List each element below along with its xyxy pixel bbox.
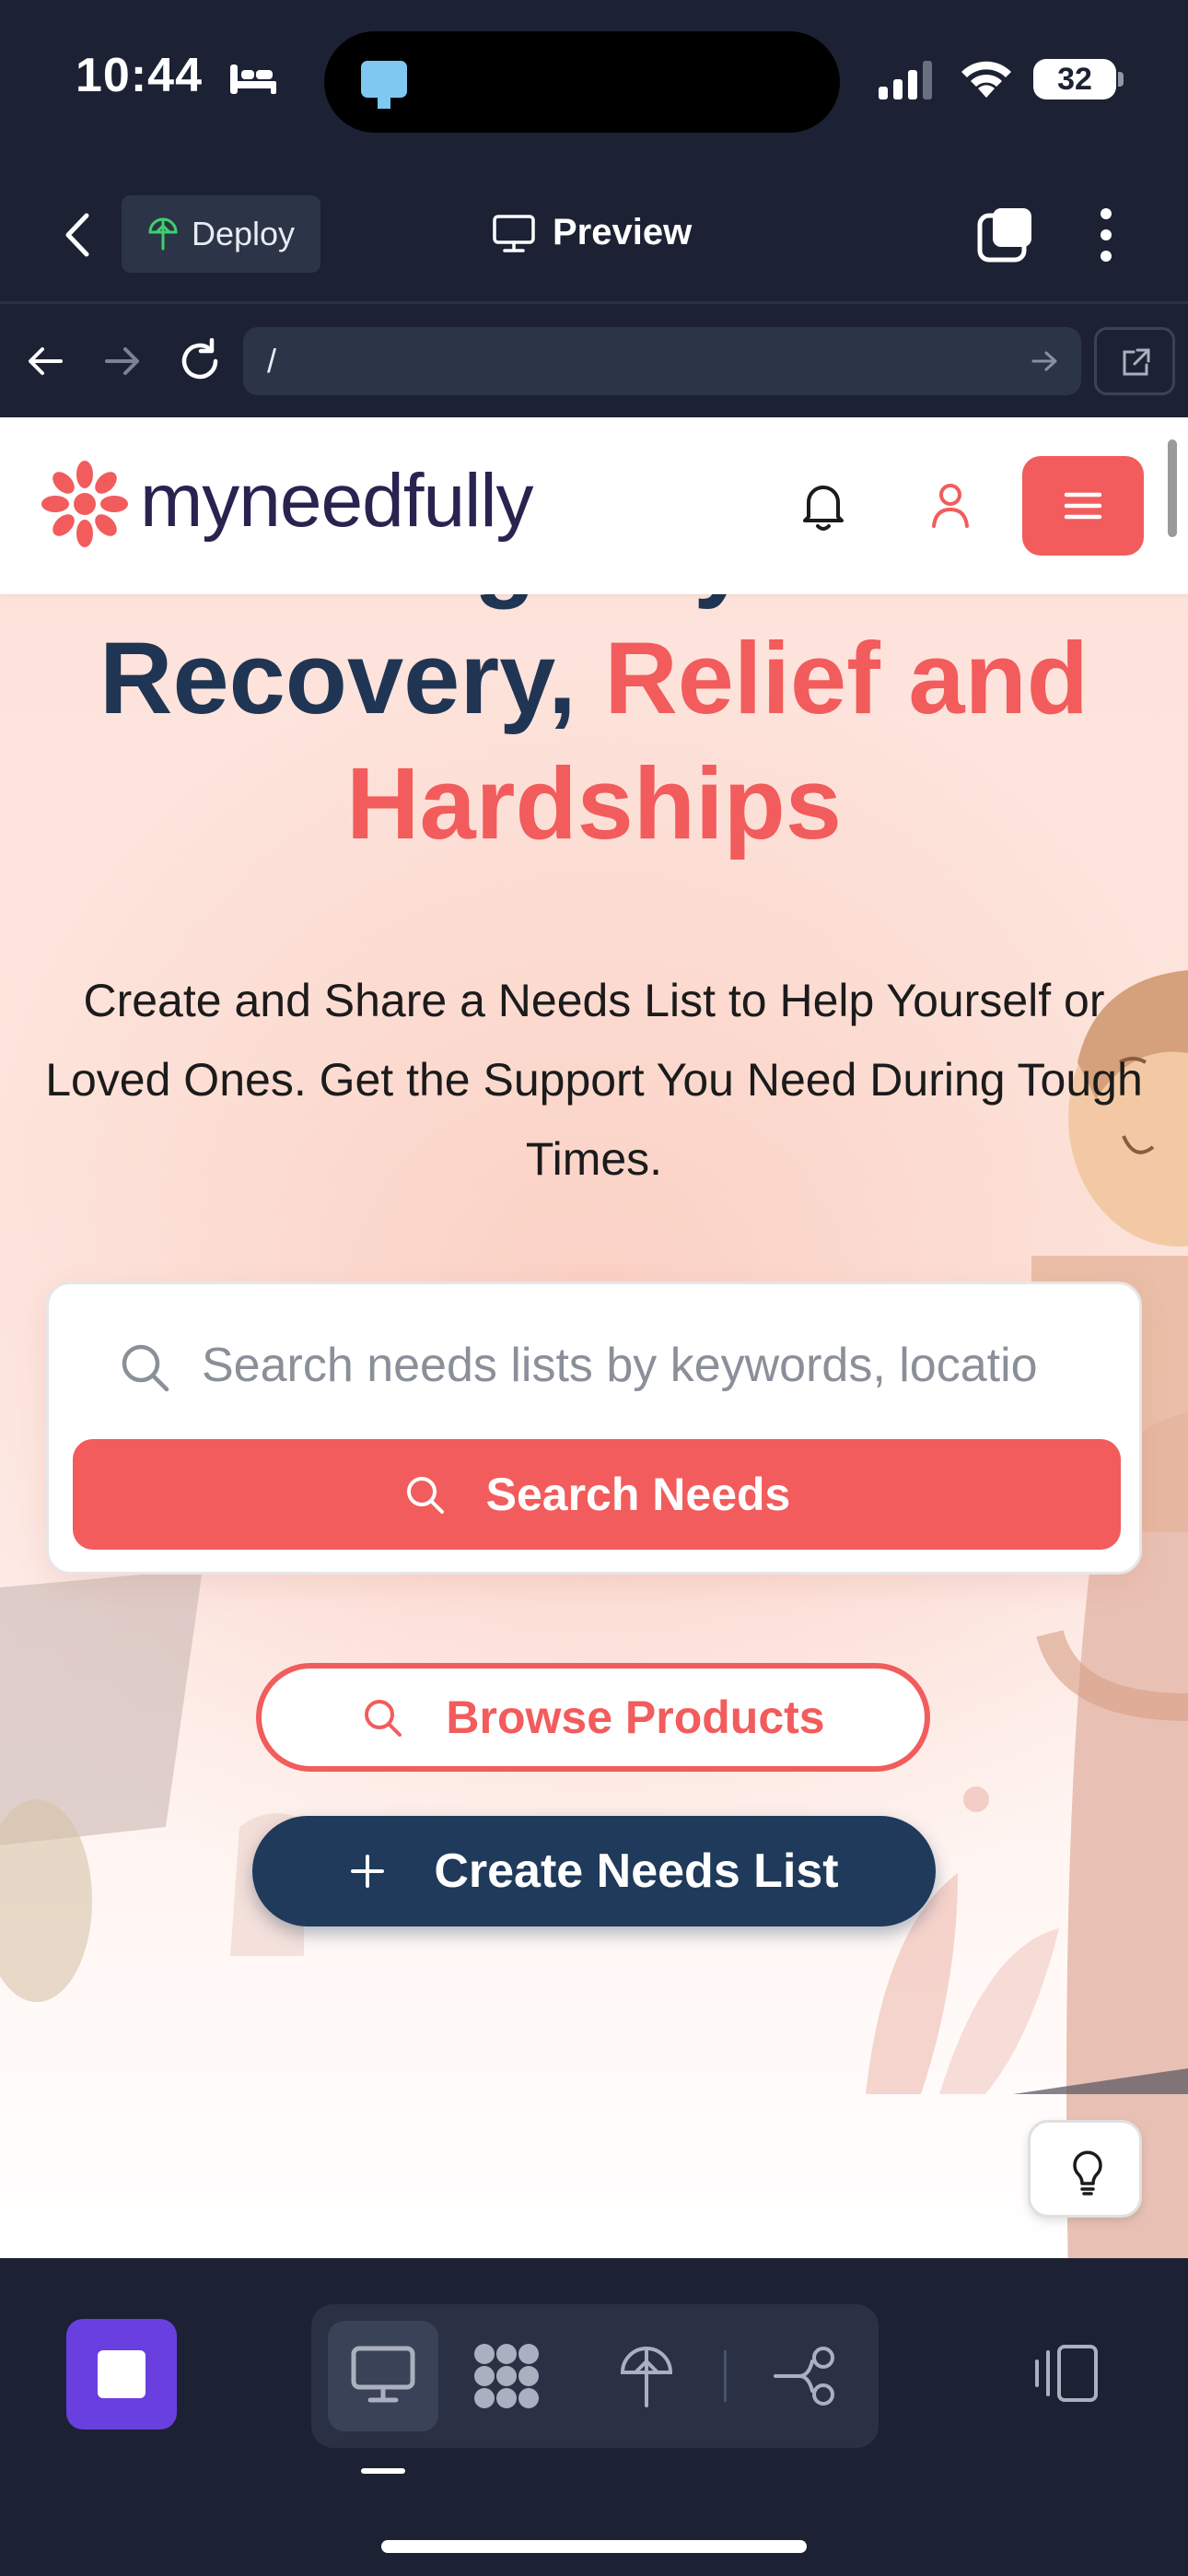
more-vertical-icon[interactable] bbox=[1092, 205, 1120, 265]
url-text: / bbox=[267, 342, 277, 380]
logo-wordmark[interactable]: myneedfully bbox=[140, 458, 534, 544]
hero-title-line-2: Recovery, Relief and bbox=[0, 616, 1188, 742]
search-icon bbox=[122, 1344, 169, 1392]
stop-button[interactable] bbox=[66, 2319, 177, 2430]
deploy-icon bbox=[148, 217, 178, 251]
plus-icon bbox=[351, 1855, 385, 1888]
hamburger-icon bbox=[1064, 492, 1102, 520]
screen-mirroring-icon bbox=[361, 61, 407, 109]
hero-title-dark: Recovery, bbox=[99, 622, 577, 735]
battery-tip bbox=[1118, 72, 1124, 87]
search-card: Search Needs bbox=[46, 1282, 1142, 1575]
page-scrollbar[interactable] bbox=[1168, 439, 1177, 537]
user-icon[interactable] bbox=[930, 482, 971, 530]
search-input[interactable] bbox=[202, 1336, 1086, 1395]
search-field[interactable] bbox=[73, 1308, 1121, 1423]
create-needs-list-button[interactable]: Create Needs List bbox=[252, 1816, 936, 1926]
battery-icon: 32 bbox=[1033, 59, 1116, 100]
search-icon bbox=[365, 1700, 402, 1737]
desktop-icon bbox=[351, 2346, 415, 2403]
dynamic-island bbox=[324, 31, 840, 133]
sleep-bed-icon bbox=[230, 64, 276, 94]
home-indicator[interactable] bbox=[381, 2540, 807, 2553]
hero-subtitle: Create and Share a Needs List to Help Yo… bbox=[45, 975, 1143, 1185]
search-icon bbox=[406, 1477, 444, 1514]
browse-products-label: Browse Products bbox=[446, 1692, 825, 1743]
site-header: myneedfully bbox=[0, 417, 1188, 594]
url-input[interactable]: / bbox=[243, 327, 1081, 395]
tips-button[interactable] bbox=[1028, 2120, 1142, 2218]
lightbulb-icon bbox=[1073, 2150, 1102, 2195]
preview-title: Preview bbox=[553, 212, 693, 252]
editor-dock bbox=[0, 2258, 1188, 2576]
tabs-icon[interactable] bbox=[976, 205, 1037, 265]
editor-top-bar: Deploy Preview bbox=[0, 166, 1188, 304]
cellular-signal-icon bbox=[879, 61, 932, 100]
arrow-left-icon[interactable] bbox=[26, 344, 64, 379]
status-bar: 10:44 32 bbox=[0, 0, 1188, 166]
external-link-icon bbox=[1123, 348, 1150, 376]
logo-icon[interactable] bbox=[39, 458, 131, 550]
preview-viewport: myneedfully A Registry For Recovery, Rel… bbox=[0, 417, 1188, 2258]
view-toolbar bbox=[311, 2304, 879, 2448]
create-needs-list-label: Create Needs List bbox=[434, 1844, 839, 1898]
reload-icon[interactable] bbox=[177, 338, 223, 384]
toolbar-divider bbox=[724, 2350, 727, 2402]
active-tab-indicator bbox=[361, 2468, 405, 2474]
desktop-view-button[interactable] bbox=[328, 2321, 438, 2431]
deploy-label: Deploy bbox=[192, 215, 296, 252]
menu-button[interactable] bbox=[1022, 456, 1144, 556]
monitor-icon bbox=[493, 215, 535, 252]
wifi-icon bbox=[961, 61, 1011, 98]
open-external-button[interactable] bbox=[1094, 327, 1175, 395]
hero-title-accent-2: Hardships bbox=[346, 747, 842, 861]
status-time: 10:44 bbox=[76, 49, 203, 102]
device-rotate-icon[interactable] bbox=[1031, 2343, 1101, 2404]
deploy-button[interactable]: Deploy bbox=[122, 195, 320, 273]
arrow-right-icon[interactable] bbox=[103, 344, 142, 379]
bell-icon[interactable] bbox=[801, 480, 845, 532]
search-needs-button[interactable]: Search Needs bbox=[73, 1439, 1121, 1550]
browse-products-button[interactable]: Browse Products bbox=[256, 1663, 930, 1772]
left-plant-illustration bbox=[0, 1569, 304, 2002]
search-needs-label: Search Needs bbox=[485, 1469, 791, 1520]
deploy-icon[interactable] bbox=[619, 2343, 674, 2409]
branch-icon[interactable] bbox=[772, 2343, 842, 2409]
grid-flower-icon[interactable] bbox=[472, 2341, 542, 2411]
go-arrow-icon[interactable] bbox=[1030, 347, 1061, 375]
url-bar: / bbox=[0, 307, 1188, 417]
hero-title-accent-1: Relief and bbox=[604, 622, 1089, 735]
back-chevron-icon[interactable] bbox=[59, 210, 96, 260]
